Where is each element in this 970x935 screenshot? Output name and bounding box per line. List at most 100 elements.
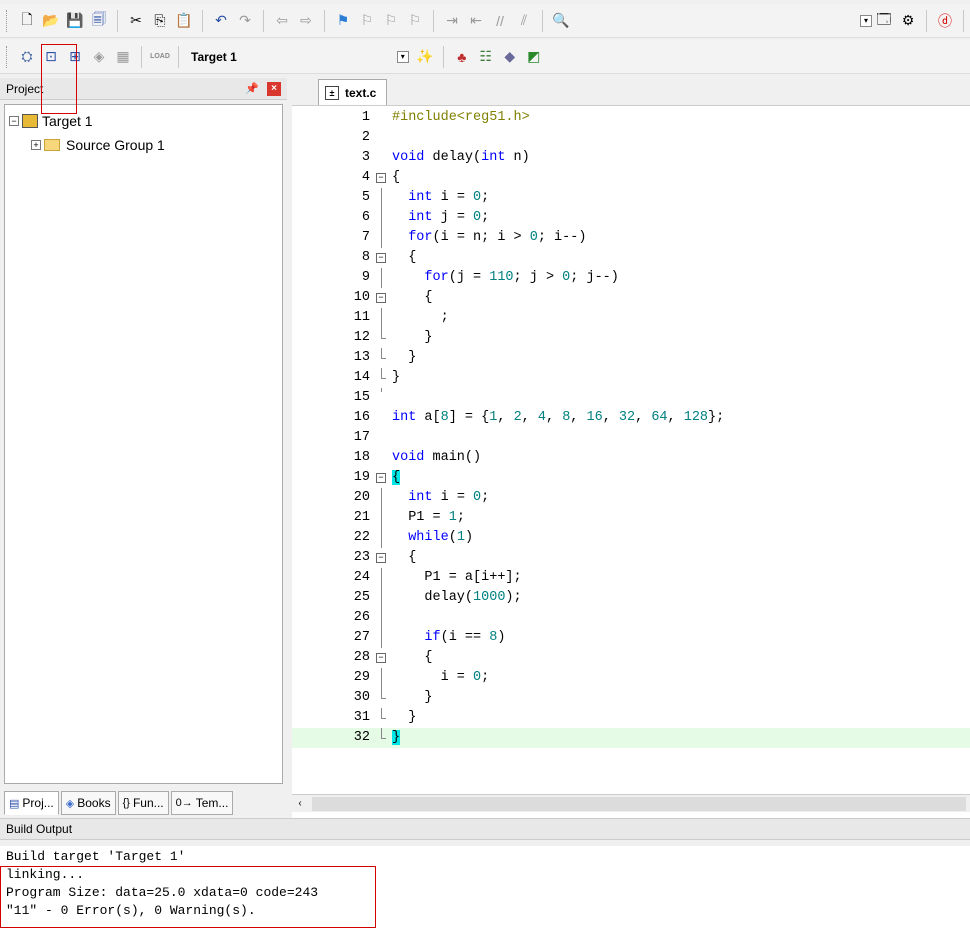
tab-functions[interactable]: {} Fun... <box>117 791 169 815</box>
code-line[interactable]: 20 int i = 0; <box>292 488 970 508</box>
indent-icon[interactable]: ⇥ <box>441 10 463 32</box>
select-window-icon[interactable]: 🗔 <box>873 10 895 32</box>
code-line[interactable]: 3 void delay(int n) <box>292 148 970 168</box>
tab-project[interactable]: ▤ Proj... <box>4 791 59 815</box>
pack-installer-icon[interactable]: ◩ <box>523 46 545 68</box>
bookmark-icon[interactable]: ⚑ <box>332 10 354 32</box>
tree-item-target[interactable]: − Target 1 <box>9 109 278 133</box>
expand-icon[interactable]: + <box>31 140 41 150</box>
code-line[interactable]: 4−{ <box>292 168 970 188</box>
fold-end-marker <box>381 388 382 392</box>
code-line[interactable]: 11 ; <box>292 308 970 328</box>
paste-icon[interactable]: 📋 <box>173 10 195 32</box>
multi-project-icon[interactable]: ◆ <box>499 46 521 68</box>
nav-back-icon[interactable]: ⇦ <box>271 10 293 32</box>
code-line[interactable]: 8− { <box>292 248 970 268</box>
code-line[interactable]: 22 while(1) <box>292 528 970 548</box>
code-line[interactable]: 24 P1 = a[i++]; <box>292 568 970 588</box>
code-line[interactable]: 32} <box>292 728 970 748</box>
undo-icon[interactable]: ↶ <box>210 10 232 32</box>
code-line[interactable]: 7 for(i = n; i > 0; i--) <box>292 228 970 248</box>
fold-toggle-icon[interactable]: − <box>376 253 386 263</box>
code-line[interactable]: 10− { <box>292 288 970 308</box>
scroll-left-icon[interactable]: ‹ <box>292 796 308 812</box>
batch-build-icon[interactable]: ◈ <box>88 46 110 68</box>
build-icon[interactable]: ⊡ <box>40 46 62 68</box>
unindent-icon[interactable]: ⇤ <box>465 10 487 32</box>
toolbar-grip[interactable] <box>6 9 9 32</box>
horizontal-scrollbar[interactable]: ‹ <box>292 794 970 812</box>
code-line[interactable]: 1 #include<reg51.h> <box>292 108 970 128</box>
code-line[interactable]: 14} <box>292 368 970 388</box>
code-line[interactable]: 26 <box>292 608 970 628</box>
translate-icon[interactable]: ⛭ <box>16 46 38 68</box>
code-line[interactable]: 28− { <box>292 648 970 668</box>
new-file-icon[interactable]: 🗋 <box>16 10 38 32</box>
fold-toggle-icon[interactable]: − <box>376 473 386 483</box>
code-line[interactable]: 5 int i = 0; <box>292 188 970 208</box>
code-line[interactable]: 6 int j = 0; <box>292 208 970 228</box>
cut-icon[interactable]: ✂ <box>125 10 147 32</box>
rebuild-icon[interactable]: ⊞ <box>64 46 86 68</box>
code-line[interactable]: 30 } <box>292 688 970 708</box>
save-icon[interactable]: 💾 <box>64 10 86 32</box>
code-area[interactable]: 1 #include<reg51.h> 2 3 void delay(int n) 4−{… <box>292 108 970 794</box>
code-text: for(i = n; i > 0; i--) <box>408 230 587 245</box>
scroll-track[interactable] <box>312 796 966 811</box>
code-line[interactable]: 12 } <box>292 328 970 348</box>
fold-toggle-icon[interactable]: − <box>376 293 386 303</box>
code-line[interactable]: 31 } <box>292 708 970 728</box>
fold-toggle-icon[interactable]: − <box>376 653 386 663</box>
nav-forward-icon[interactable]: ⇨ <box>295 10 317 32</box>
clear-bookmarks-icon[interactable]: ⚐ <box>404 10 426 32</box>
code-line[interactable]: 25 delay(1000); <box>292 588 970 608</box>
comment-icon[interactable]: // <box>489 10 511 32</box>
code-line[interactable]: 17 <box>292 428 970 448</box>
target-options-icon[interactable]: ✨ <box>414 46 436 68</box>
stop-build-icon[interactable]: ▦ <box>112 46 134 68</box>
build-output-text[interactable]: Build target 'Target 1' linking... Progr… <box>0 846 970 935</box>
code-line[interactable]: 23− { <box>292 548 970 568</box>
code-line[interactable]: 13 } <box>292 348 970 368</box>
code-line[interactable]: 18 void main() <box>292 448 970 468</box>
tab-label: Books <box>77 796 111 810</box>
code-line[interactable]: 27 if(i == 8) <box>292 628 970 648</box>
fold-toggle-icon[interactable]: − <box>376 173 386 183</box>
chevron-down-icon[interactable]: ▾ <box>396 50 409 63</box>
close-icon[interactable]: × <box>267 81 281 96</box>
fold-toggle-icon[interactable]: − <box>376 553 386 563</box>
code-line[interactable]: 21 P1 = 1; <box>292 508 970 528</box>
tree-item-source-group[interactable]: + Source Group 1 <box>9 133 278 157</box>
open-file-icon[interactable]: 📂 <box>40 10 62 32</box>
code-line[interactable]: 2 <box>292 128 970 148</box>
toolbar-grip[interactable] <box>6 45 9 68</box>
code-line[interactable]: 19−{ <box>292 468 970 488</box>
download-icon[interactable]: LOAD <box>149 46 171 68</box>
find-in-files-icon[interactable]: 🔍 <box>550 10 572 32</box>
build-output-panel: Build Output Build target 'Target 1' lin… <box>0 818 970 935</box>
code-line[interactable]: 29 i = 0; <box>292 668 970 688</box>
tab-books[interactable]: ◈ Books <box>60 791 116 815</box>
code-line[interactable]: 16 int a[8] = {1, 2, 4, 8, 16, 32, 64, 12… <box>292 408 970 428</box>
uncomment-icon[interactable]: ⫽ <box>513 10 535 32</box>
build-line: Build target 'Target 1' <box>6 849 186 864</box>
save-all-icon[interactable]: 🗐 <box>88 10 110 32</box>
redo-icon[interactable]: ↷ <box>234 10 256 32</box>
code-line[interactable]: 15 <box>292 388 970 408</box>
copy-icon[interactable]: ⎘ <box>149 10 171 32</box>
configure-icon[interactable]: ⚙ <box>897 10 919 32</box>
toolbar-separator <box>263 9 264 32</box>
debug-start-icon[interactable]: ⓓ <box>934 10 956 32</box>
pin-icon[interactable]: 📌 <box>245 82 259 95</box>
target-select[interactable]: Target 1 <box>191 50 237 64</box>
chevron-down-icon[interactable]: ▾ <box>860 14 872 27</box>
tab-text-c[interactable]: ± text.c <box>318 79 388 105</box>
tab-templates[interactable]: 0→ Tem... <box>170 791 234 815</box>
collapse-icon[interactable]: − <box>9 116 19 126</box>
target-dropdown[interactable]: ▾ <box>243 46 413 68</box>
next-bookmark-icon[interactable]: ⚐ <box>380 10 402 32</box>
file-extensions-icon[interactable]: ♣ <box>451 46 473 68</box>
prev-bookmark-icon[interactable]: ⚐ <box>356 10 378 32</box>
manage-components-icon[interactable]: ☷ <box>475 46 497 68</box>
code-line[interactable]: 9 for(j = 110; j > 0; j--) <box>292 268 970 288</box>
